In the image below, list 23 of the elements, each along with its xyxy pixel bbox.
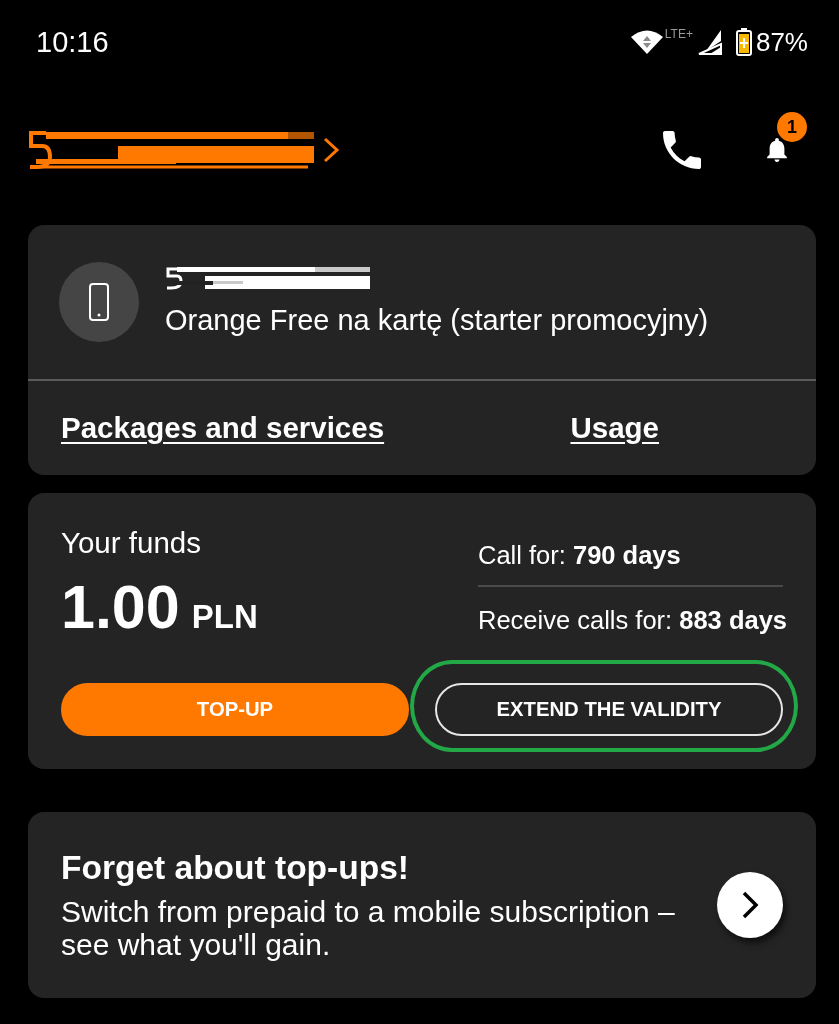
nav-link-text[interactable]: Usage (570, 411, 659, 445)
battery-icon (735, 28, 752, 56)
network-type-label: LTE+ (664, 28, 693, 40)
phone-icon[interactable] (663, 131, 701, 169)
funds-label: Your funds (61, 527, 202, 559)
chevron-right-icon[interactable] (322, 137, 340, 163)
battery-percentage: 87% (755, 29, 808, 55)
promo-title: Forget about top-ups! (61, 849, 410, 887)
promo-description: Switch from prepaid to a mobile subscription – see what you'll gain. (61, 895, 676, 961)
chevron-right-icon (741, 891, 759, 919)
next-button[interactable] (717, 872, 783, 938)
notification-bell-icon[interactable] (765, 138, 789, 162)
wifi-icon (630, 29, 663, 55)
balance-amount: 1.00 (61, 577, 180, 638)
validity-text: Call for: 790 days (478, 541, 682, 569)
status-time: 10:16 (36, 27, 109, 57)
extend-validity-button[interactable]: EXTEND THE VALIDITY (435, 683, 783, 736)
plan-name: Orange Free na kartę (starter promocyjny) (165, 304, 709, 336)
notification-count-badge: 1 (777, 112, 807, 142)
smartphone-icon (59, 262, 139, 342)
validity-text: Receive calls for: 883 days (478, 606, 788, 634)
currency-label: PLN (191, 600, 258, 633)
nav-link-text[interactable]: Packages and services (61, 411, 385, 445)
